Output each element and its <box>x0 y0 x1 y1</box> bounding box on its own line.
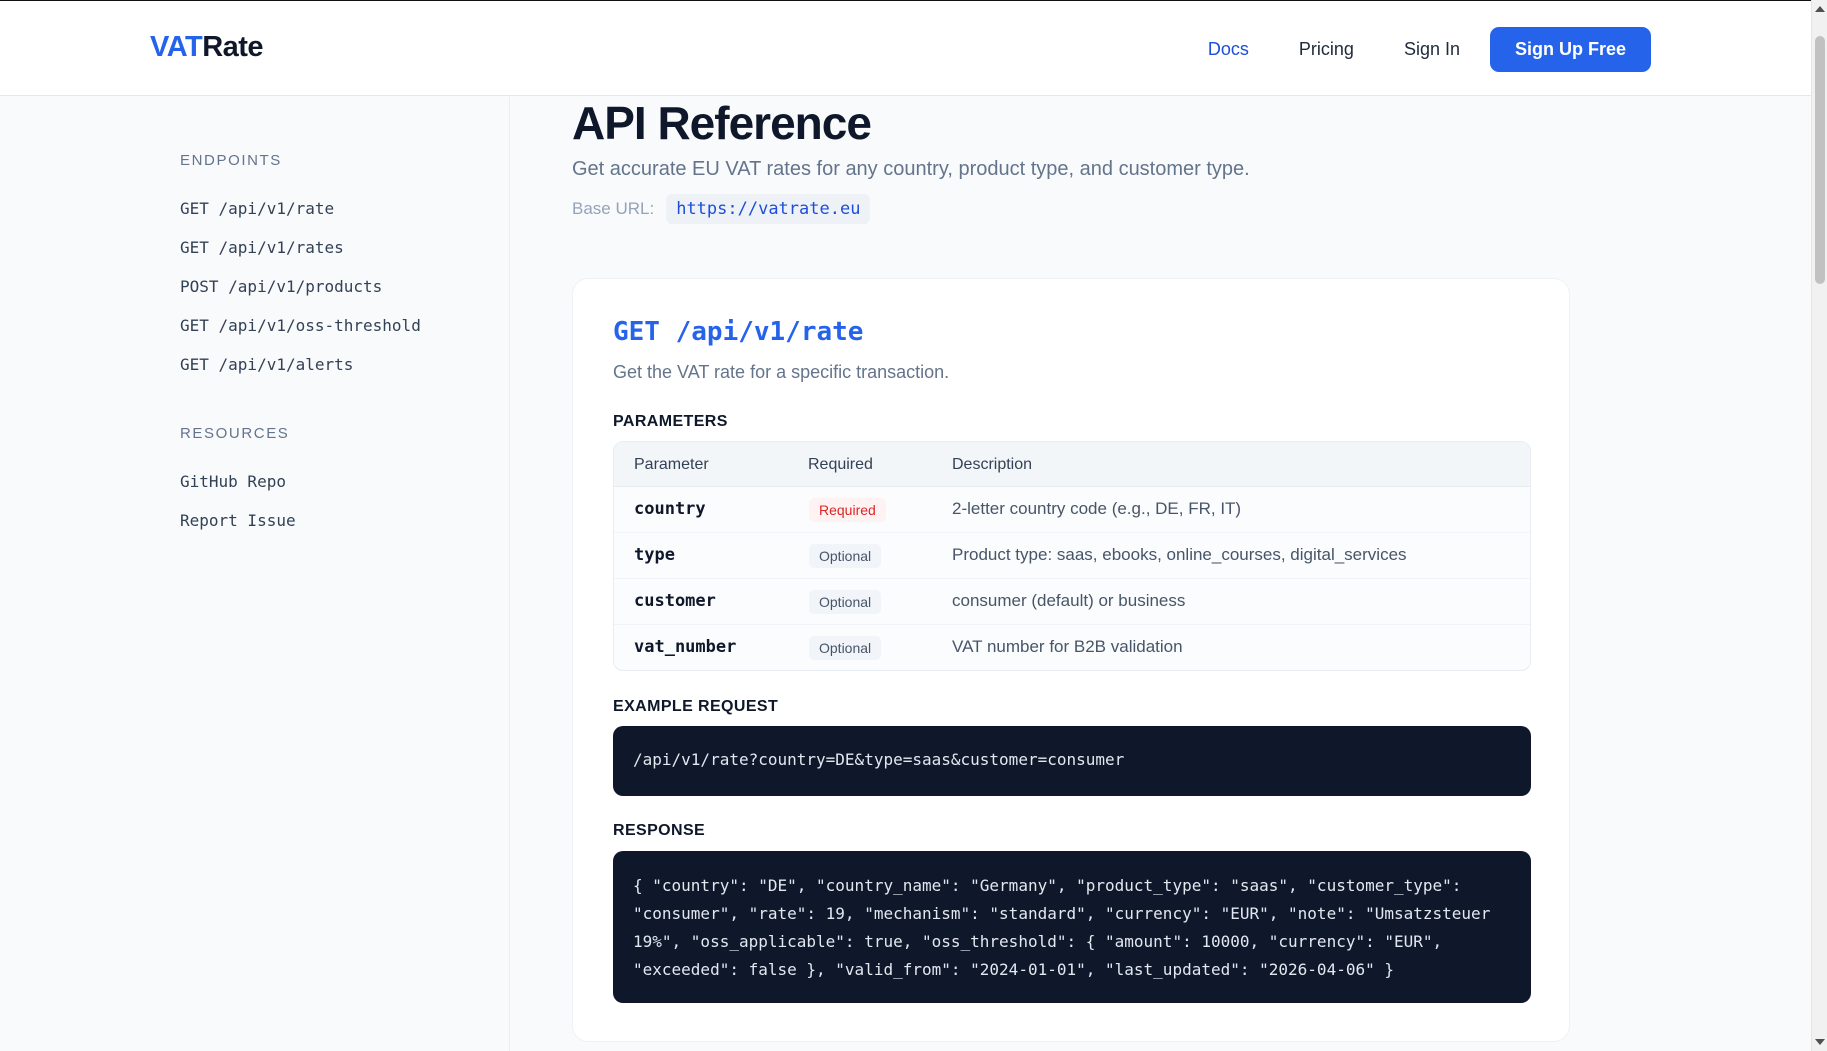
endpoint-card: GET /api/v1/rate Get the VAT rate for a … <box>572 278 1570 1042</box>
param-description: 2-letter country code (e.g., DE, FR, IT) <box>952 499 1242 518</box>
table-header: Parameter Required Description <box>614 442 1530 487</box>
table-row: vat_number Optional VAT number for B2B v… <box>614 625 1530 670</box>
base-url-row: Base URL: https://vatrate.eu <box>572 194 871 224</box>
sign-up-button[interactable]: Sign Up Free <box>1489 27 1651 72</box>
nav-links: Docs Pricing Sign In Sign Up Free <box>1158 27 1651 72</box>
sidebar-item-get-oss-threshold[interactable]: GET /api/v1/oss-threshold <box>180 316 421 335</box>
column-header-parameter: Parameter <box>634 456 709 473</box>
response-code[interactable]: { "country": "DE", "country_name": "Germ… <box>613 851 1531 1003</box>
required-badge: Required <box>809 498 886 522</box>
table-row: country Required 2-letter country code (… <box>614 487 1530 533</box>
logo-vat: VAT <box>150 31 203 63</box>
docs-sidebar: ENDPOINTS GET /api/v1/rate GET /api/v1/r… <box>0 97 510 1051</box>
logo-rate: Rate <box>202 31 264 63</box>
param-name: country <box>634 499 706 519</box>
optional-badge: Optional <box>809 544 882 568</box>
table-row: type Optional Product type: saas, ebooks… <box>614 533 1530 579</box>
parameters-heading: PARAMETERS <box>613 413 728 430</box>
nav-sign-in-link[interactable]: Sign In <box>1404 39 1460 60</box>
endpoint-description: Get the VAT rate for a specific transact… <box>613 362 950 382</box>
scrollbar-thumb[interactable] <box>1815 36 1825 284</box>
param-name: type <box>634 545 675 565</box>
sidebar-item-post-products[interactable]: POST /api/v1/products <box>180 277 382 296</box>
response-heading: RESPONSE <box>613 822 706 839</box>
base-url-label: Base URL: <box>572 199 655 218</box>
page-scrollbar[interactable] <box>1811 0 1827 1051</box>
param-name: vat_number <box>634 637 737 657</box>
parameters-table: Parameter Required Description country R… <box>613 441 1531 671</box>
resources-heading: RESOURCES <box>180 425 290 442</box>
table-row: customer Optional consumer (default) or … <box>614 579 1530 625</box>
logo[interactable]: VATRate <box>150 31 264 64</box>
param-description: VAT number for B2B validation <box>952 637 1183 656</box>
endpoints-heading: ENDPOINTS <box>180 152 282 169</box>
top-navbar: VATRate Docs Pricing Sign In Sign Up Fre… <box>0 0 1811 96</box>
base-url-value[interactable]: https://vatrate.eu <box>666 194 871 224</box>
optional-badge: Optional <box>809 590 882 614</box>
nav-pricing-link[interactable]: Pricing <box>1299 39 1354 60</box>
page-title: API Reference <box>572 97 872 149</box>
sidebar-item-report-issue[interactable]: Report Issue <box>180 511 296 530</box>
page-lead: Get accurate EU VAT rates for any countr… <box>572 158 1250 180</box>
optional-badge: Optional <box>809 636 882 660</box>
scroll-down-arrow-icon[interactable] <box>1815 1039 1825 1045</box>
example-request-code[interactable]: /api/v1/rate?country=DE&type=saas&custom… <box>613 726 1531 796</box>
example-request-heading: EXAMPLE REQUEST <box>613 698 779 715</box>
param-name: customer <box>634 591 716 611</box>
nav-docs-link[interactable]: Docs <box>1208 39 1249 60</box>
column-header-required: Required <box>808 456 873 473</box>
param-description: Product type: saas, ebooks, online_cours… <box>952 545 1407 564</box>
sidebar-item-get-rate[interactable]: GET /api/v1/rate <box>180 199 334 218</box>
scroll-up-arrow-icon[interactable] <box>1815 6 1825 12</box>
param-description: consumer (default) or business <box>952 591 1186 610</box>
endpoint-title: GET /api/v1/rate <box>613 317 864 347</box>
sidebar-item-github-repo[interactable]: GitHub Repo <box>180 472 286 491</box>
column-header-description: Description <box>952 456 1033 473</box>
sidebar-item-get-alerts[interactable]: GET /api/v1/alerts <box>180 355 353 374</box>
sidebar-item-get-rates[interactable]: GET /api/v1/rates <box>180 238 344 257</box>
